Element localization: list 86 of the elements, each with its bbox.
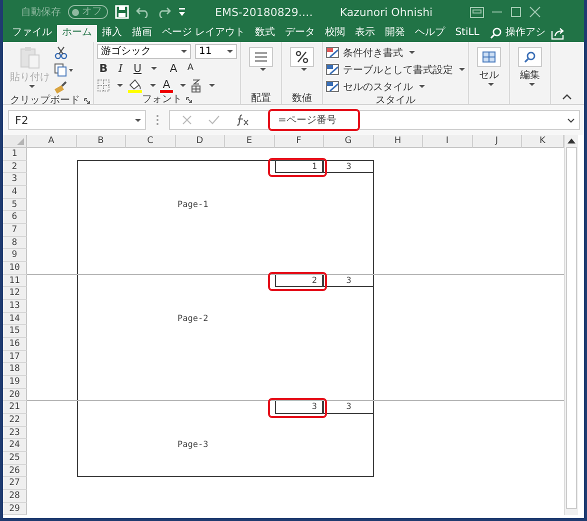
row-header[interactable]: 23	[3, 426, 27, 440]
page-label: Page-1	[176, 198, 210, 212]
row-header[interactable]: 17	[3, 350, 27, 364]
row-header[interactable]: 2	[3, 160, 27, 174]
row-header[interactable]: 8	[3, 236, 27, 250]
page-number-cell: 1	[274, 160, 324, 174]
column-header[interactable]: F	[274, 135, 324, 148]
row-header[interactable]: 7	[3, 224, 27, 237]
ribbon-tab[interactable]: ファイル	[7, 25, 57, 42]
row-header[interactable]: 27	[3, 477, 27, 490]
format-button[interactable]: U	[131, 62, 144, 75]
row-header[interactable]: 12	[3, 287, 27, 300]
styles-menu-button[interactable]: テーブルとして書式設定	[326, 62, 465, 77]
ribbon-tab[interactable]: StiLL	[450, 25, 484, 42]
column-header[interactable]: I	[423, 135, 472, 148]
row-header[interactable]: 9	[3, 249, 27, 262]
formula-field[interactable]: =ページ番号	[169, 110, 580, 130]
page-label: Page-2	[176, 312, 210, 326]
ribbon-tab[interactable]: ページ レイアウト	[157, 25, 250, 42]
row-header[interactable]: 28	[3, 490, 27, 503]
autosave-label: 自動保存	[21, 6, 61, 19]
row-header[interactable]: 24	[3, 439, 27, 452]
row-header[interactable]: 5	[3, 198, 27, 212]
styles-menu-button[interactable]: セルのスタイル	[326, 79, 465, 94]
row-header[interactable]: 6	[3, 211, 27, 224]
row-header[interactable]: 13	[3, 300, 27, 313]
group-label: フォント	[142, 93, 182, 106]
column-header[interactable]: A	[27, 135, 76, 148]
row-header[interactable]: 20	[3, 388, 27, 402]
name-box[interactable]: F2	[8, 110, 146, 130]
font-size-field[interactable]: 11	[195, 44, 237, 59]
row-header[interactable]: 29	[3, 502, 27, 516]
font-size-button[interactable]: A	[184, 62, 197, 75]
tell-me-field[interactable]: 操作アシ	[505, 25, 546, 42]
ribbon-tab[interactable]: 表示	[350, 25, 380, 42]
row-header[interactable]: 10	[3, 262, 27, 275]
page-number-cell: 3	[274, 401, 324, 414]
user-name: Kazunori Ohnishi	[340, 6, 433, 18]
cells-button[interactable]: セル	[477, 44, 501, 92]
column-header[interactable]: E	[225, 135, 274, 148]
page-number-cell: 2	[274, 274, 324, 288]
ribbon-tab[interactable]: 挿入	[97, 25, 127, 42]
format-button[interactable]: B	[97, 62, 110, 75]
font-name-field[interactable]: 游ゴシック	[97, 44, 191, 59]
format-button[interactable]: I	[114, 62, 127, 75]
row-header[interactable]: 16	[3, 338, 27, 351]
row-header[interactable]: 18	[3, 363, 27, 376]
page-total-cell: 3	[324, 274, 374, 288]
font-size-button[interactable]: A	[167, 62, 180, 75]
group-label: 配置	[251, 92, 271, 105]
column-header[interactable]: D	[176, 135, 225, 148]
column-header[interactable]: G	[324, 135, 374, 148]
editing-button[interactable]: 編集	[518, 44, 542, 92]
ribbon-tab[interactable]: データ	[280, 25, 320, 42]
ribbon-tab[interactable]: ヘルプ	[410, 25, 450, 42]
ribbon-tab[interactable]: 開発	[380, 25, 410, 42]
row-header[interactable]: 15	[3, 325, 27, 338]
row-header[interactable]: 21	[3, 401, 27, 414]
column-header[interactable]: K	[522, 135, 564, 148]
group-label: 数値	[292, 92, 312, 105]
group-label: クリップボード	[10, 94, 80, 107]
document-title: EMS-20180829.…	[215, 6, 313, 18]
ribbon-tab[interactable]: 描画	[127, 25, 157, 42]
row-header[interactable]: 11	[3, 274, 27, 288]
column-header[interactable]: B	[76, 135, 126, 148]
row-header[interactable]: 22	[3, 414, 27, 427]
ribbon-tab[interactable]: 数式	[250, 25, 280, 42]
styles-menu-button[interactable]: 条件付き書式	[326, 45, 465, 60]
row-header[interactable]: 25	[3, 452, 27, 465]
column-header[interactable]: H	[374, 135, 423, 148]
ribbon-tab[interactable]: 校閲	[320, 25, 350, 42]
row-header[interactable]: 26	[3, 464, 27, 478]
row-header[interactable]: 3	[3, 173, 27, 186]
row-header[interactable]: 4	[3, 186, 27, 199]
group-label: スタイル	[376, 94, 416, 107]
page-total-cell: 3	[324, 401, 374, 414]
ribbon-tab[interactable]: ホーム	[57, 25, 97, 42]
row-header[interactable]: 14	[3, 312, 27, 326]
page-label: Page-3	[176, 439, 210, 452]
row-header[interactable]: 19	[3, 376, 27, 389]
column-header[interactable]: J	[472, 135, 522, 148]
font-color-button[interactable]: A	[160, 78, 173, 92]
column-header[interactable]: C	[126, 135, 176, 148]
page-total-cell: 3	[324, 160, 374, 174]
formula-text: =ページ番号	[278, 114, 336, 127]
row-header[interactable]: 1	[3, 148, 27, 161]
